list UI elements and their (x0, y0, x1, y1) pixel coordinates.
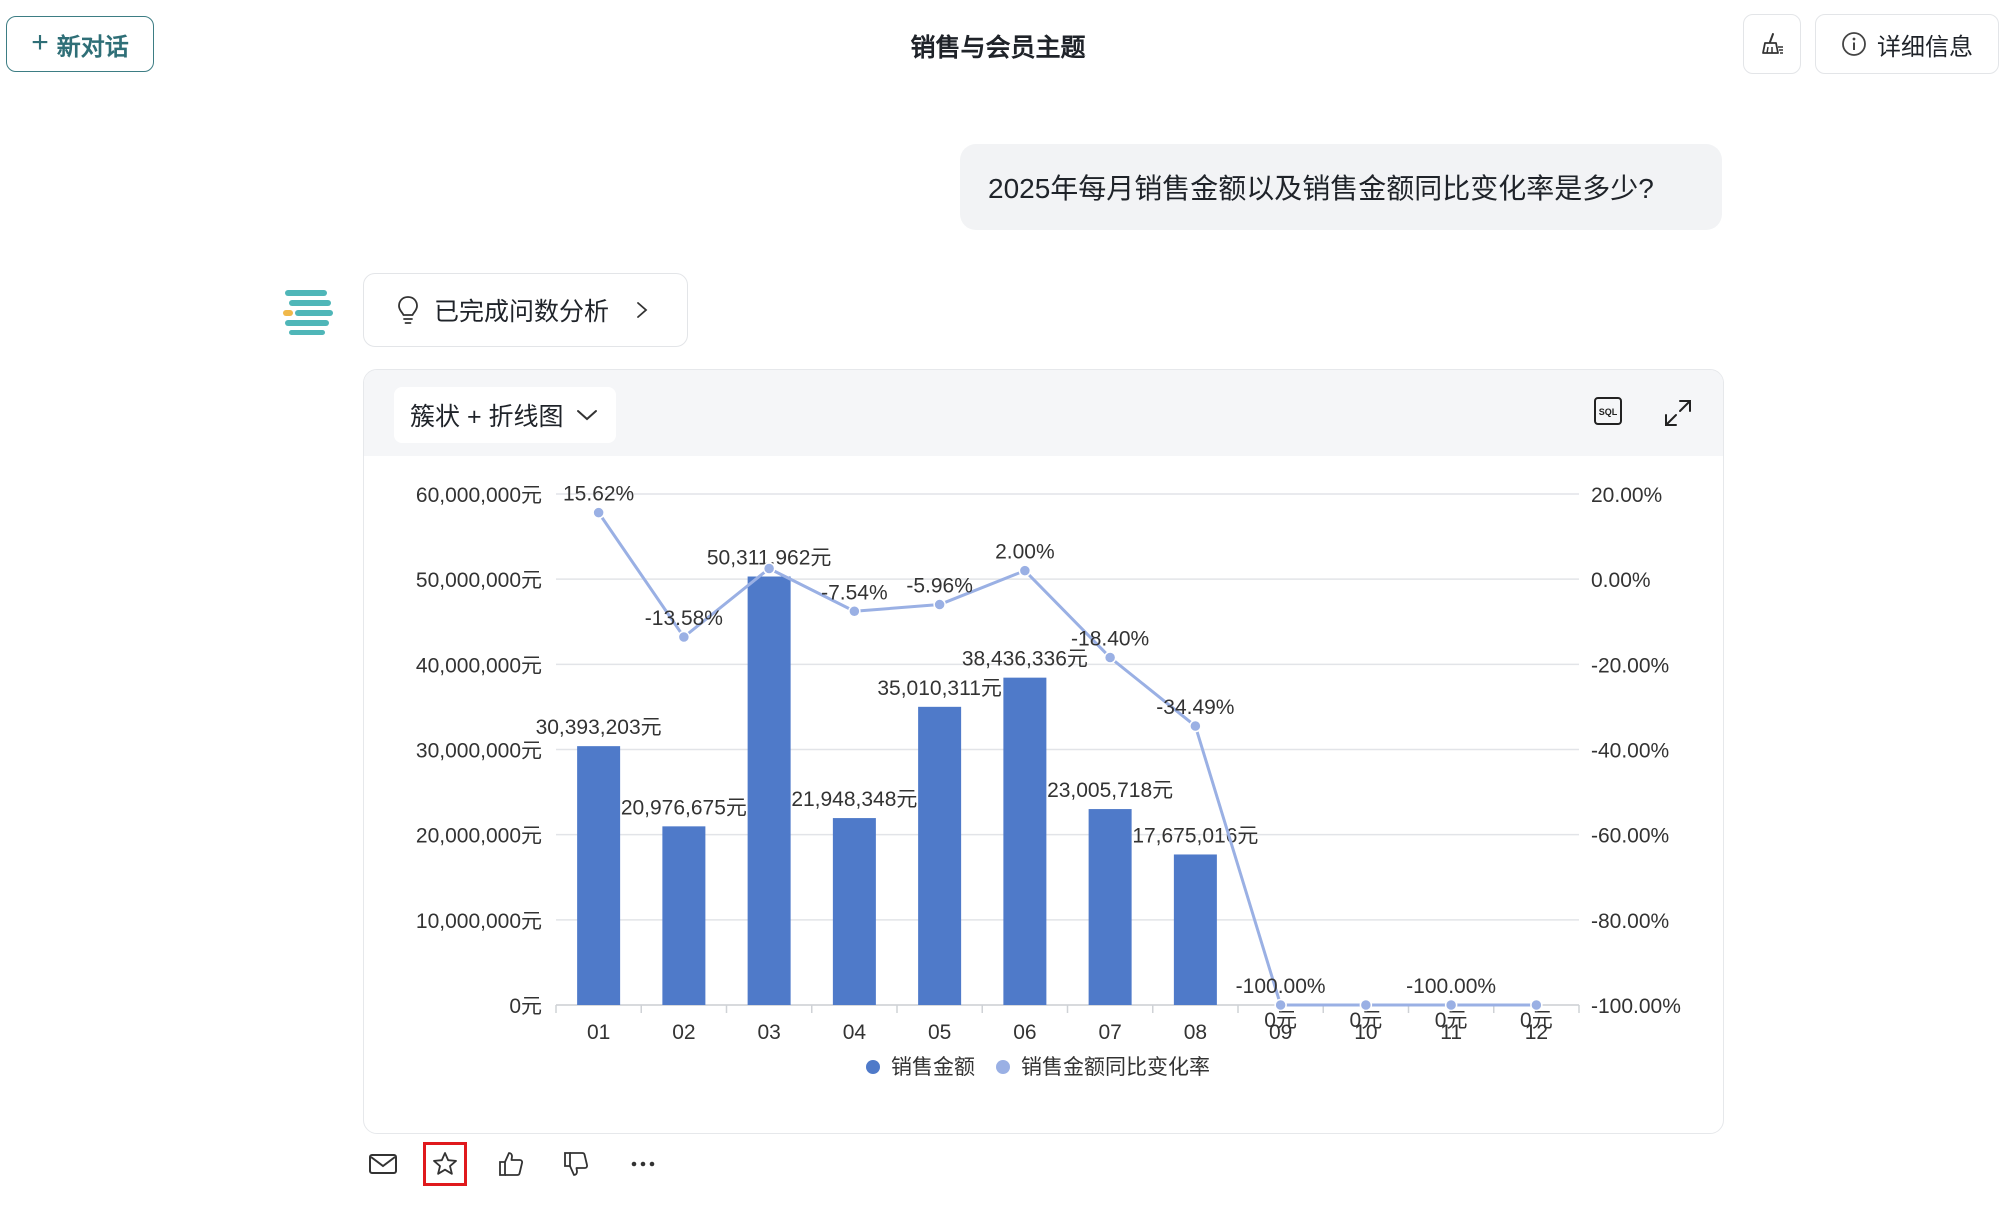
line-data-label: 15.62% (563, 483, 634, 506)
more-icon (631, 1161, 655, 1167)
bar (1088, 809, 1132, 1005)
line-data-label: -13.58% (645, 607, 723, 630)
thumbs-up-button[interactable] (493, 1146, 529, 1182)
y-left-tick-label: 10,000,000元 (416, 910, 542, 933)
y-left-tick-label: 60,000,000元 (416, 484, 542, 507)
chart-card: 簇状 + 折线图 SQL 60,000,000元 20.00% 50,000,000… (363, 369, 1724, 1134)
line-point (677, 630, 691, 644)
mail-icon (369, 1154, 397, 1174)
legend-marker (866, 1060, 880, 1074)
bar (1173, 854, 1217, 1005)
user-message: 2025年每月销售金额以及销售金额同比变化率是多少? (960, 144, 1722, 230)
info-icon (1842, 32, 1866, 56)
bar-data-label: 0元 (1264, 1009, 1297, 1032)
line-point (1274, 998, 1287, 1012)
line-point (762, 562, 776, 575)
share-email-button[interactable] (365, 1146, 401, 1182)
y-right-tick-label: -40.00% (1591, 740, 1669, 763)
details-label: 详细信息 (1877, 33, 1973, 61)
line-data-label: -100.00% (1236, 975, 1326, 998)
x-tick-label: 02 (672, 1021, 695, 1044)
more-options-button[interactable] (625, 1146, 661, 1182)
bar (577, 746, 621, 1005)
broom-icon (1762, 33, 1783, 54)
legend-marker (996, 1060, 1010, 1074)
y-right-tick-label: -100.00% (1591, 995, 1681, 1018)
thumbs-down-button[interactable] (558, 1146, 594, 1182)
line-series (597, 511, 1537, 1007)
line-point (1189, 719, 1202, 733)
line-point (1103, 651, 1117, 664)
y-right-tick-label: 0.00% (1591, 569, 1651, 592)
bar-data-label: 0元 (1520, 1009, 1553, 1032)
bar-data-label: 20,976,675元 (621, 796, 747, 819)
bar-data-label: 0元 (1435, 1009, 1468, 1032)
page-title: 销售与会员主题 (910, 34, 1086, 62)
line-point (592, 506, 605, 519)
bar-data-label: 0元 (1350, 1009, 1383, 1032)
legend-label: 销售金额 (891, 1056, 975, 1079)
thumbs-up-icon (499, 1152, 524, 1176)
line-data-label: -5.96% (906, 575, 973, 598)
x-tick-label: 06 (1013, 1021, 1036, 1044)
lightbulb-icon (398, 296, 418, 324)
bar (1003, 677, 1047, 1005)
bar (662, 826, 706, 1005)
x-tick-label: 04 (843, 1021, 867, 1044)
line-data-label: -34.49% (1156, 696, 1234, 719)
y-left-tick-label: 0元 (509, 995, 542, 1018)
bar-data-label: 30,393,203元 (536, 716, 662, 739)
y-right-tick-label: -20.00% (1591, 654, 1669, 677)
line-data-label: -7.54% (821, 581, 888, 604)
y-left-tick-label: 50,000,000元 (416, 569, 542, 592)
y-right-tick-label: -60.00% (1591, 825, 1669, 848)
line-data-label: -18.40% (1071, 628, 1149, 651)
legend-label: 销售金额同比变化率 (1021, 1056, 1210, 1079)
bar-data-label: 38,436,336元 (962, 648, 1088, 671)
bar (832, 818, 876, 1005)
bar-data-label: 21,948,348元 (791, 788, 917, 811)
line-point (933, 598, 946, 611)
line-point (1018, 564, 1032, 577)
y-right-tick-label: 20.00% (1591, 484, 1662, 507)
line-point (1444, 998, 1458, 1012)
line-data-label: 2.00% (995, 541, 1055, 564)
y-left-tick-label: 20,000,000元 (416, 825, 542, 848)
x-tick-label: 01 (587, 1021, 610, 1044)
x-tick-label: 03 (757, 1021, 780, 1044)
bar-data-label: 35,010,311元 (877, 677, 1002, 700)
combo-chart: 60,000,000元 20.00% 50,000,000元 0.00% 40,000,… (416, 483, 1681, 1079)
analysis-status-label: 已完成问数分析 (434, 298, 610, 326)
chevron-right-icon (637, 302, 648, 318)
y-left-tick-label: 40,000,000元 (416, 654, 542, 677)
star-icon (433, 1152, 457, 1175)
line-point (1530, 998, 1543, 1012)
analysis-status-chip[interactable]: 已完成问数分析 (363, 273, 688, 347)
x-tick-label: 05 (928, 1021, 951, 1044)
bar-data-label: 23,005,718元 (1047, 779, 1173, 802)
x-tick-label: 08 (1184, 1021, 1207, 1044)
y-right-tick-label: -80.00% (1591, 910, 1669, 933)
line-data-label: -100.00% (1406, 975, 1496, 998)
clear-conversation-button[interactable] (1743, 14, 1801, 74)
favorite-button[interactable] (423, 1142, 467, 1186)
line-point (1359, 998, 1373, 1012)
bar (918, 706, 962, 1005)
bar (747, 576, 791, 1005)
line-point (848, 605, 861, 618)
assistant-logo-icon (283, 290, 333, 335)
x-tick-label: 07 (1098, 1021, 1121, 1044)
thumbs-down-icon (564, 1152, 589, 1176)
bar-data-label: 17,675,016元 (1132, 824, 1258, 847)
y-left-tick-label: 30,000,000元 (416, 740, 542, 763)
details-button[interactable]: 详细信息 (1815, 14, 1999, 74)
